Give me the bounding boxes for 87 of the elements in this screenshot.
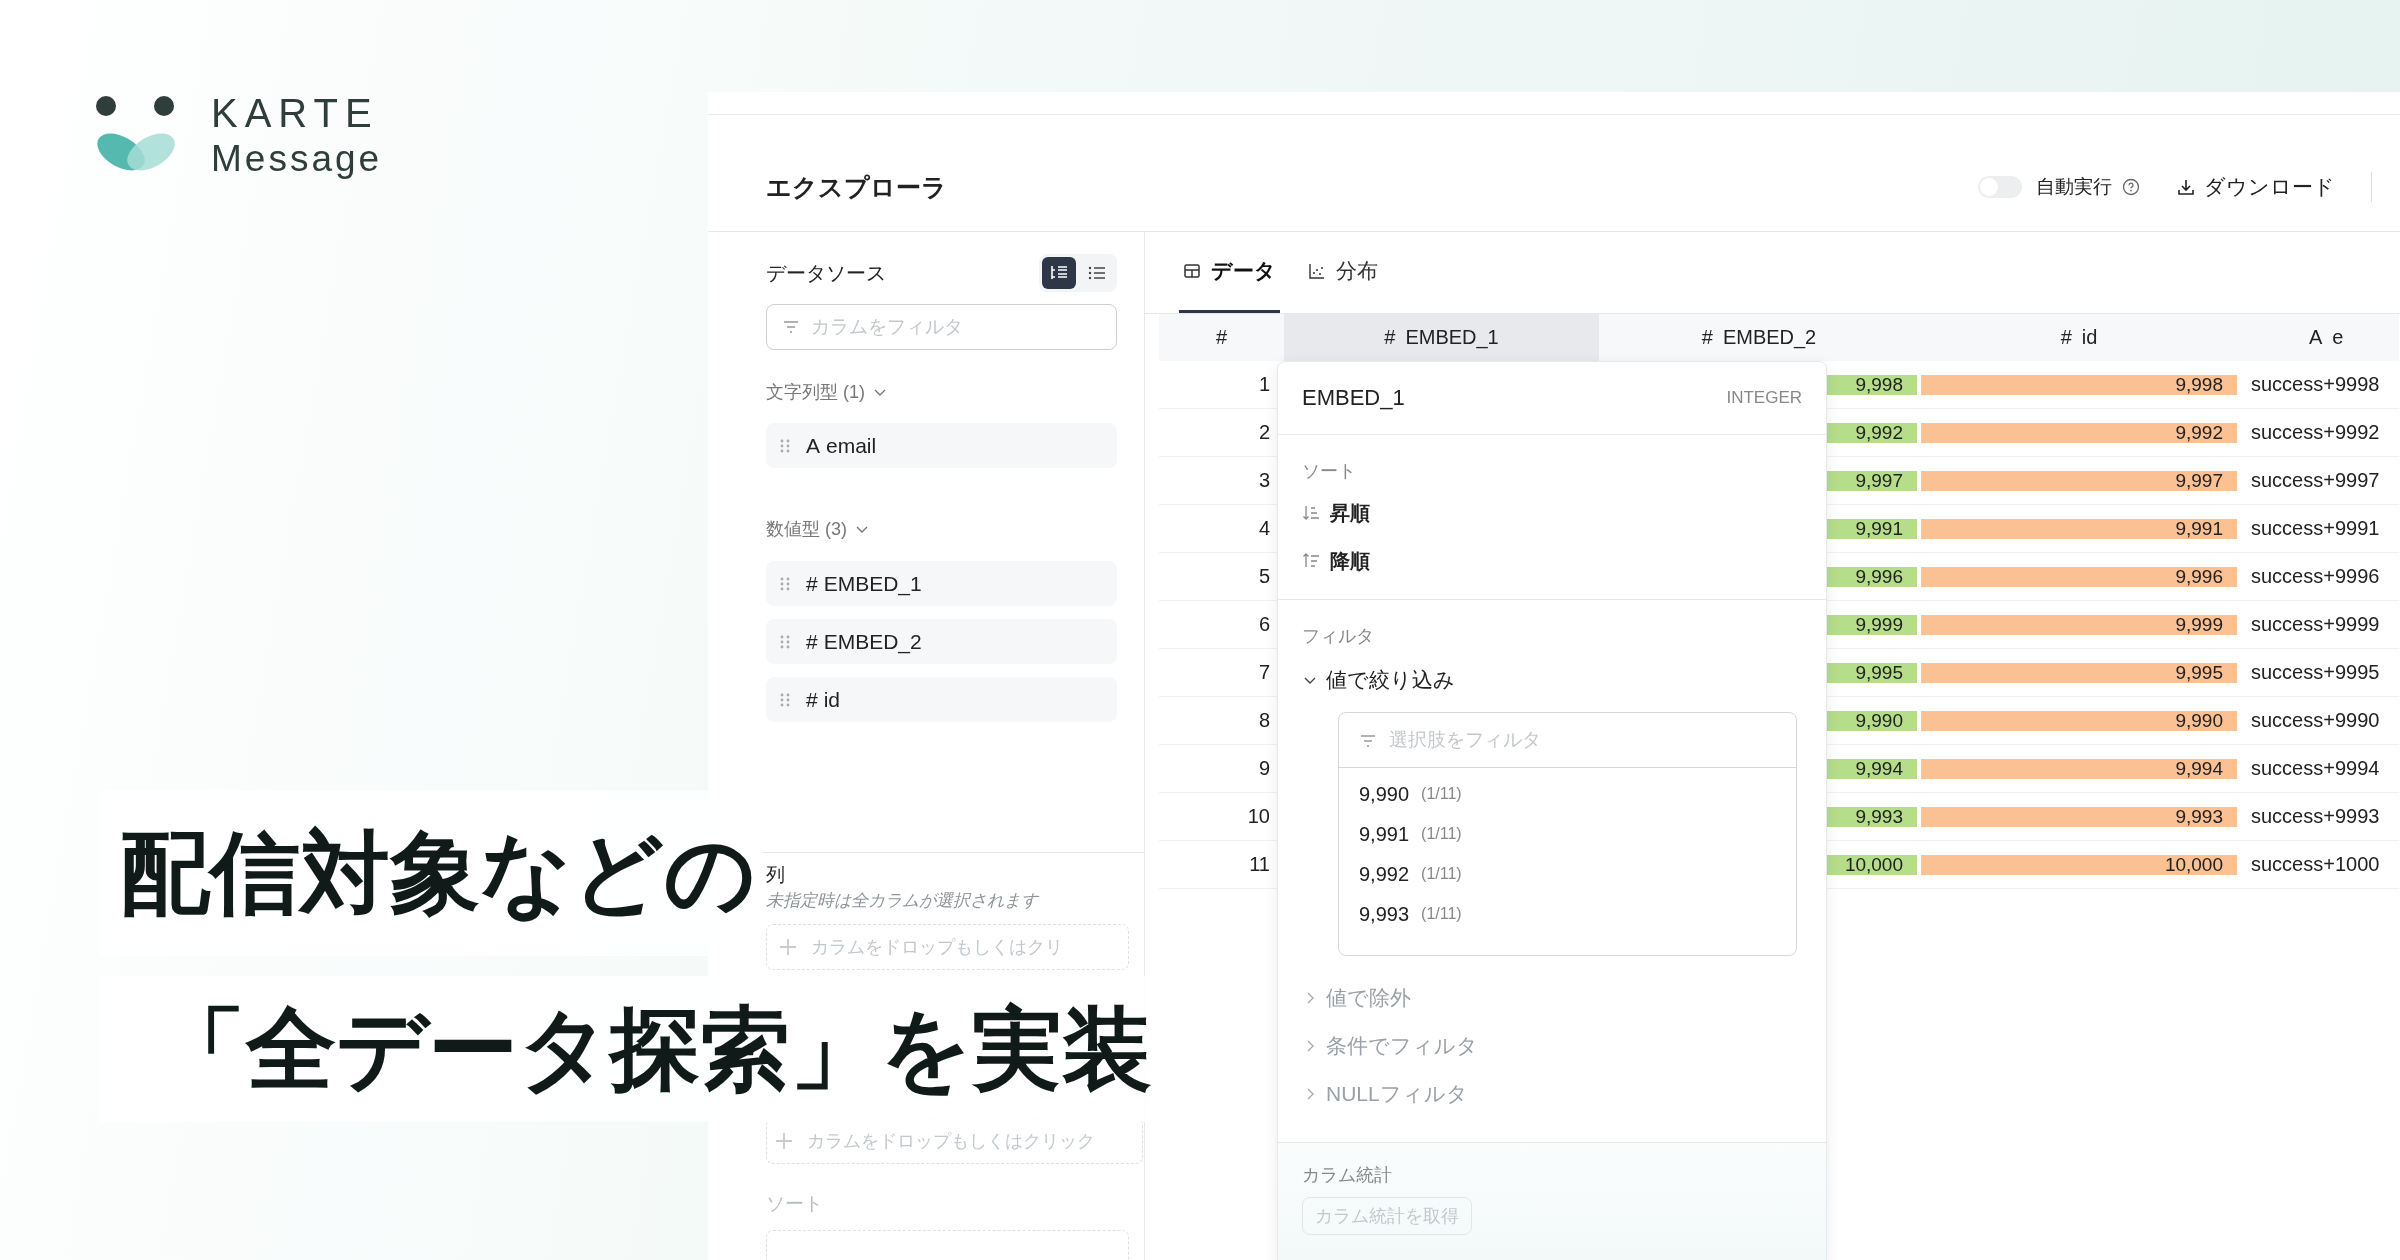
value-bar: 9,997 (1921, 470, 2237, 491)
column-item[interactable]: A email (766, 423, 1117, 468)
row-number: 10 (1247, 805, 1270, 828)
section-title: 列 (766, 863, 786, 887)
sidebar-title: データソース (766, 260, 886, 286)
option-value[interactable]: 9,992 (1359, 862, 1410, 886)
column-header[interactable]: A e (2239, 314, 2399, 361)
value-bar: 9,991 (1921, 518, 2237, 539)
option-value[interactable]: 9,990 (1359, 782, 1410, 806)
hint-text: 未指定時は全カラムが選択されます (766, 890, 1041, 912)
value-bar: 9,994 (1921, 758, 2237, 779)
option-filter-field[interactable]: 選択肢をフィルタ (1339, 713, 1796, 768)
value-bar: 9,993 (1921, 806, 2237, 827)
option-count: (1/11) (1421, 785, 1462, 803)
tree-view-button[interactable] (1042, 257, 1076, 289)
row-number: 3 (1258, 469, 1270, 492)
column-item[interactable]: # EMBED_1 (766, 561, 1117, 606)
drag-handle-icon[interactable] (780, 437, 790, 454)
brand-name: KARTE (211, 90, 380, 137)
help-icon[interactable] (2122, 178, 2140, 196)
value-bar: 10,000 (1921, 854, 2237, 875)
product-name: Message (211, 137, 383, 181)
table-cell: success+9997 (2251, 469, 2380, 492)
table-cell: success+9990 (2251, 709, 2380, 732)
row-number: 6 (1258, 613, 1270, 636)
scatter-chart-icon (1308, 262, 1326, 280)
download-icon (2176, 177, 2196, 197)
download-button[interactable]: ダウンロード (2176, 173, 2335, 201)
option-count: (1/11) (1421, 825, 1462, 843)
filter-icon (1359, 733, 1377, 749)
sort-icon (1302, 552, 1322, 570)
plus-icon (779, 938, 797, 956)
value-bar: 9,995 (1921, 662, 2237, 683)
value-bar: 9,996 (1921, 566, 2237, 587)
value-bar: 9,999 (1921, 614, 2237, 635)
column-item[interactable]: # EMBED_2 (766, 619, 1117, 664)
headline-text: 配信対象などの (100, 790, 762, 956)
menu-title: EMBED_1 (1302, 385, 1405, 411)
plus-icon (775, 1132, 793, 1150)
table-cell: success+9993 (2251, 805, 2380, 828)
drag-handle-icon[interactable] (780, 575, 790, 592)
value-bar: 9,990 (1921, 710, 2237, 731)
drag-handle-icon[interactable] (780, 633, 790, 650)
column-header[interactable]: # id (1919, 314, 2239, 361)
option-count: (1/11) (1421, 905, 1462, 923)
option-count: (1/11) (1421, 865, 1462, 883)
row-number: 8 (1258, 709, 1270, 732)
section-title: ソート (766, 1192, 824, 1216)
section-label: フィルタ (1302, 625, 1375, 648)
option-value[interactable]: 9,991 (1359, 822, 1410, 846)
table-cell: success+9992 (2251, 421, 2380, 444)
sort-dropzone[interactable] (766, 1230, 1129, 1260)
row-number: 11 (1249, 853, 1270, 876)
list-icon (1087, 264, 1107, 282)
column-header[interactable]: # EMBED_1 (1284, 314, 1599, 361)
sort-icon (1302, 504, 1322, 522)
row-number: 5 (1258, 565, 1270, 588)
table-cell: success+9998 (2251, 373, 2380, 396)
table-cell: success+1000 (2251, 853, 2380, 876)
table-cell: success+9991 (2251, 517, 2380, 540)
column-item[interactable]: # id (766, 677, 1117, 722)
table-cell: success+9994 (2251, 757, 2380, 780)
tab[interactable]: 分布 (1304, 232, 1382, 313)
table-cell: success+9996 (2251, 565, 2380, 588)
drag-handle-icon[interactable] (780, 691, 790, 708)
section-label: ソート (1302, 460, 1357, 483)
value-bar: 9,998 (1921, 374, 2237, 395)
row-number: 9 (1258, 757, 1270, 780)
row-number: 7 (1258, 661, 1270, 684)
row-number: 1 (1258, 373, 1270, 396)
row-number: 4 (1258, 517, 1270, 540)
section-label: カラム統計 (1302, 1164, 1393, 1187)
table-icon (1183, 262, 1201, 280)
column-header[interactable]: # EMBED_2 (1599, 314, 1919, 361)
filter-icon (782, 319, 800, 335)
tree-icon (1049, 264, 1069, 282)
column-filter-field[interactable]: カラムをフィルタ (766, 304, 1117, 350)
page-title: エクスプローラ (766, 171, 947, 203)
group-label: 文字列型 (1) (766, 381, 865, 404)
table-cell: success+9995 (2251, 661, 2380, 684)
group-label: 数値型 (3) (766, 518, 847, 541)
row-number: 2 (1258, 421, 1270, 444)
value-bar: 9,992 (1921, 422, 2237, 443)
table-cell: success+9999 (2251, 613, 2380, 636)
column-header[interactable]: # (1159, 314, 1284, 361)
option-value[interactable]: 9,993 (1359, 902, 1410, 926)
auto-run-label: 自動実行 (2036, 175, 2112, 199)
